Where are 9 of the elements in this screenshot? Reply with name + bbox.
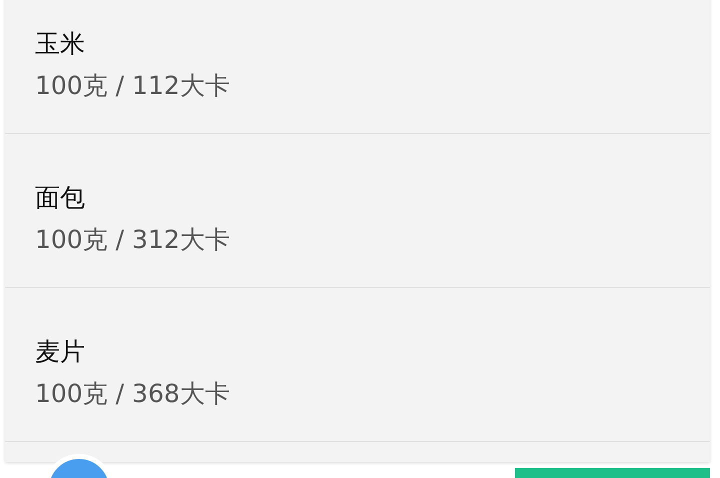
food-name: 麦片	[35, 336, 86, 368]
food-row[interactable]: 玉米 100克 / 112大卡	[5, 0, 710, 134]
food-name: 面包	[35, 182, 86, 214]
food-row[interactable]: 麦片 100克 / 368大卡	[5, 288, 710, 442]
food-name: 玉米	[35, 28, 86, 60]
food-calories: 100克 / 112大卡	[35, 70, 231, 102]
food-calories: 100克 / 312大卡	[35, 224, 231, 256]
food-calories: 100克 / 368大卡	[35, 378, 231, 410]
food-row[interactable]: 面包 100克 / 312大卡	[5, 134, 710, 288]
